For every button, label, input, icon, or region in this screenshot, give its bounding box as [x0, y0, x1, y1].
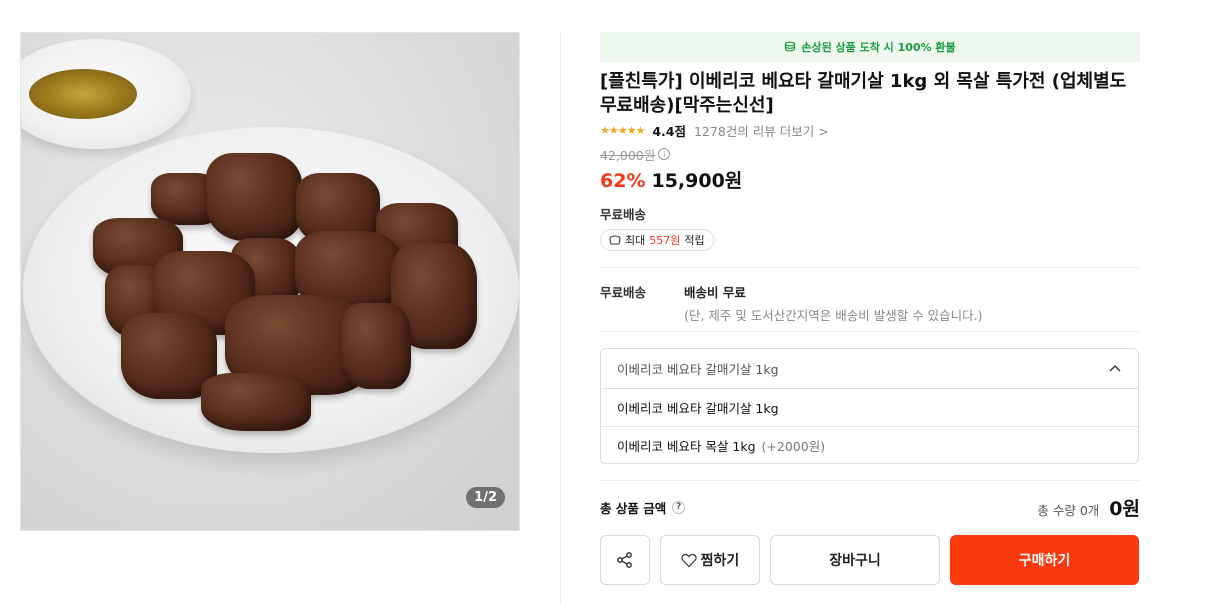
option-item[interactable]: 이베리코 베요타 목살 1kg (+2000원): [601, 426, 1138, 463]
share-icon: [617, 552, 632, 568]
price-row: 62% 15,900원: [600, 166, 1140, 192]
option-selected: 이베리코 베요타 갈매기살 1kg: [617, 362, 779, 377]
total-label-text: 총 상품 금액: [600, 500, 667, 516]
reviews-link[interactable]: 1278건의 리뷰 더보기 >: [694, 121, 829, 140]
original-price-row: 42,000원 i: [600, 146, 1140, 163]
shipping-fee: 배송비 무료: [684, 285, 746, 300]
meat-piece: [341, 303, 411, 389]
share-button[interactable]: [600, 535, 650, 585]
divider: [600, 331, 1140, 332]
total-price: 0원: [1109, 497, 1140, 520]
refund-notice: 손상된 상품 도착 시 100% 환불: [600, 32, 1140, 62]
coin-icon: [609, 235, 621, 245]
sauce: [29, 69, 137, 119]
shipping-note: (단, 제주 및 도서산간지역은 배송비 발생할 수 있습니다.): [684, 308, 983, 323]
option-select-head[interactable]: 이베리코 베요타 갈매기살 1kg: [601, 349, 1138, 389]
meat-piece: [201, 373, 311, 431]
meat-piece: [206, 153, 302, 241]
product-image[interactable]: 1/2: [20, 32, 520, 531]
cart-button[interactable]: 장바구니: [770, 535, 940, 585]
product-title: [플친특가] 이베리코 베요타 갈매기살 1kg 외 목살 특가전 (업체별도 …: [600, 71, 1127, 116]
rating-row: ★★★★★ 4.4점 1278건의 리뷰 더보기 >: [600, 120, 1140, 140]
total-label: 총 상품 금액 ?: [600, 498, 686, 517]
sale-price: 15,900원: [651, 170, 743, 192]
point-prefix: 최대: [625, 234, 646, 247]
heart-icon: [681, 553, 697, 567]
shipping-info: 무료배송 배송비 무료 (단, 제주 및 도서산간지역은 배송비 발생할 수 있…: [600, 268, 1140, 331]
refund-notice-text: 손상된 상품 도착 시 100% 환불: [801, 41, 956, 54]
shipping-key: 무료배송: [600, 285, 647, 300]
help-icon[interactable]: ?: [672, 500, 686, 514]
point-amount: 557원: [649, 234, 681, 247]
free-shipping-label: 무료배송: [600, 207, 647, 222]
money-stack-icon: [785, 41, 796, 52]
total-quantity: 총 수량 0개: [1037, 502, 1100, 518]
star-rating: ★★★★★: [600, 123, 645, 137]
option-item[interactable]: 이베리코 베요타 갈매기살 1kg: [601, 389, 1138, 426]
total-summary: 총 수량 0개 0원: [1037, 494, 1140, 521]
total-row: 총 상품 금액 ? 총 수량 0개 0원: [600, 481, 1140, 533]
option-label: 이베리코 베요타 갈매기살 1kg: [617, 401, 779, 416]
chevron-up-icon: [1109, 364, 1121, 371]
image-counter: 1/2: [466, 487, 505, 508]
option-select[interactable]: 이베리코 베요타 갈매기살 1kg 이베리코 베요타 갈매기살 1kg 이베리코…: [600, 348, 1139, 464]
action-buttons: 찜하기 장바구니 구매하기: [600, 535, 1140, 585]
rating-score: 4.4점: [652, 123, 686, 139]
option-extra: (+2000원): [761, 438, 826, 454]
option-label: 이베리코 베요타 목살 1kg: [617, 438, 756, 454]
buy-button[interactable]: 구매하기: [950, 535, 1139, 585]
wishlist-button[interactable]: 찜하기: [660, 535, 760, 585]
info-icon[interactable]: i: [658, 148, 671, 160]
original-price: 42,000원: [600, 147, 656, 163]
wishlist-label: 찜하기: [700, 553, 740, 569]
sauce-bowl: [21, 39, 191, 149]
column-divider: [560, 32, 561, 605]
point-suffix: 적립: [684, 234, 705, 247]
product-info: 손상된 상품 도착 시 100% 환불 [플친특가] 이베리코 베요타 갈매기살…: [600, 32, 1140, 585]
point-badge: 최대 557원 적립: [600, 229, 714, 251]
discount-rate: 62%: [600, 170, 646, 192]
